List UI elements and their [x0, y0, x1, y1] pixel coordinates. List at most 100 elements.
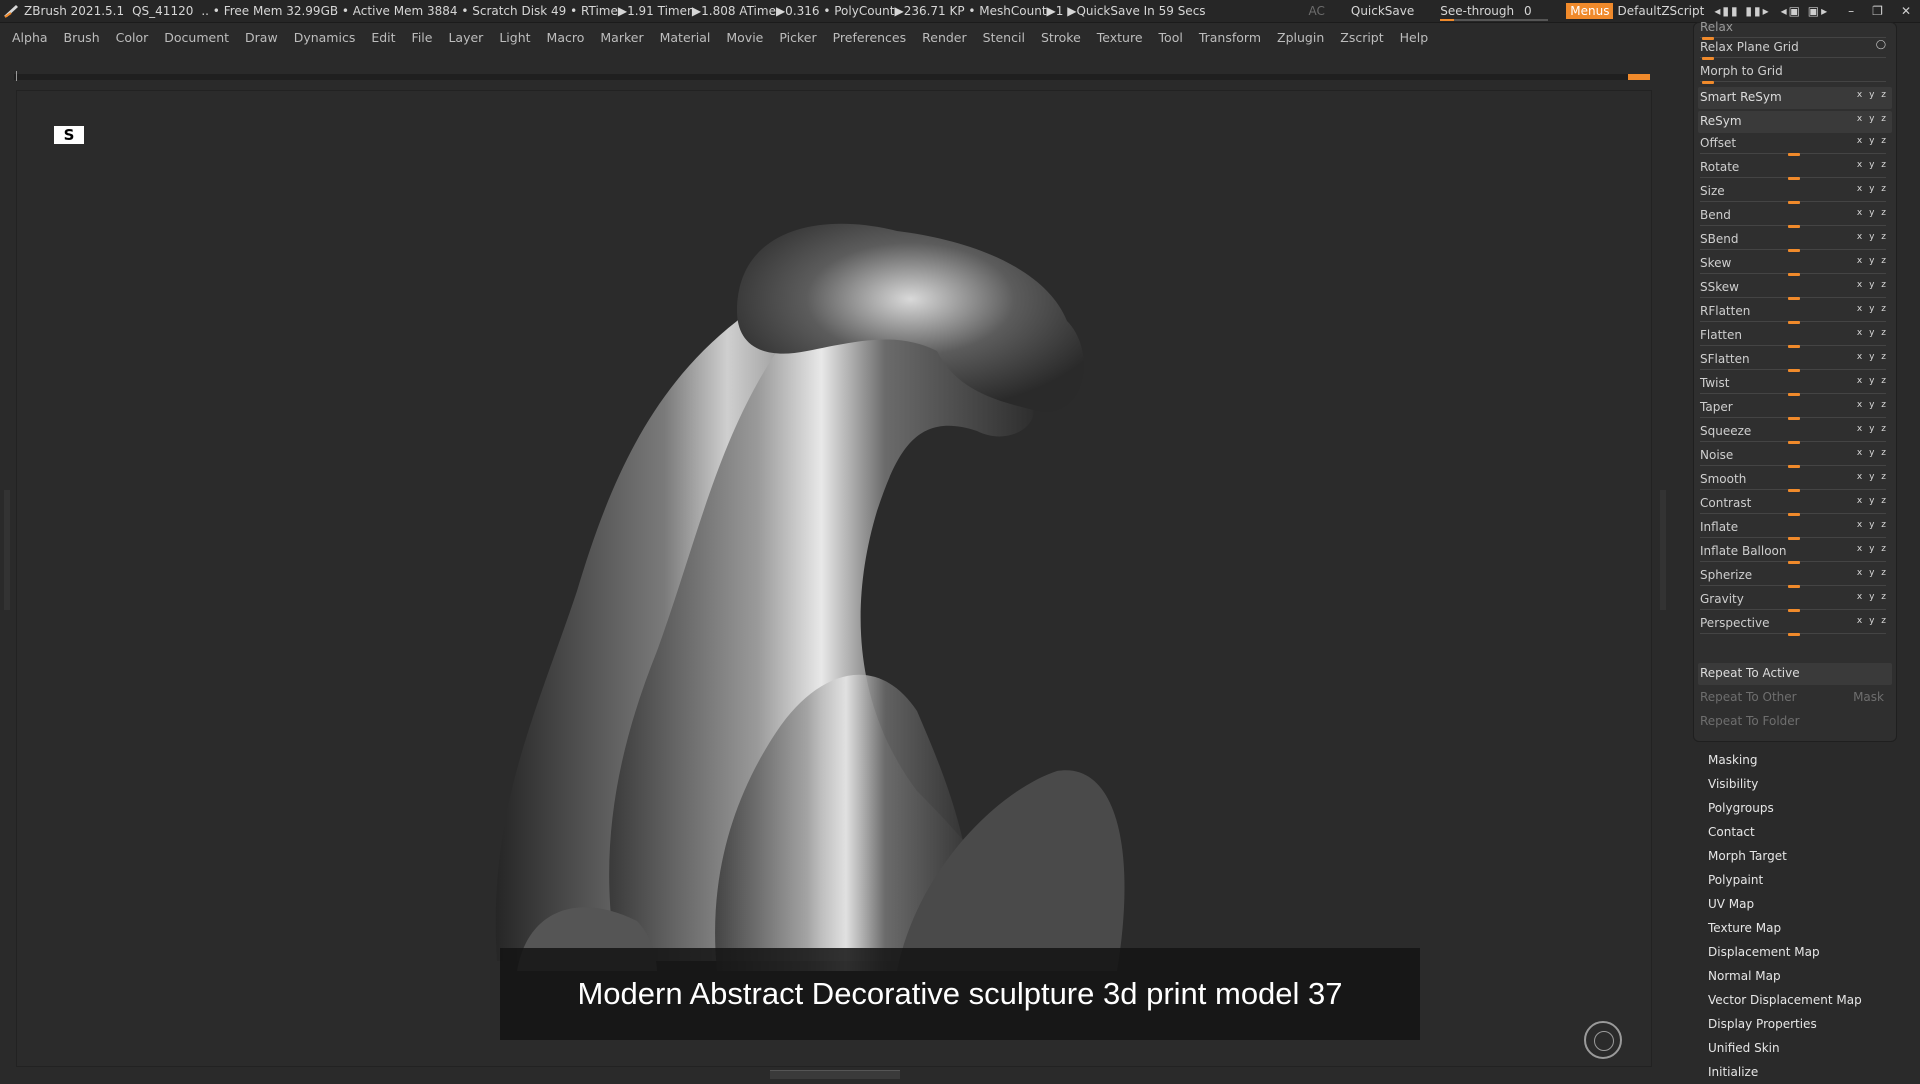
menu-document[interactable]: Document: [164, 30, 229, 45]
minimize-icon[interactable]: –: [1848, 4, 1854, 18]
axis-icon[interactable]: x y z: [1857, 136, 1888, 146]
menu-picker[interactable]: Picker: [779, 30, 816, 45]
menu-light[interactable]: Light: [499, 30, 530, 45]
relax-plane-grid-slider[interactable]: Relax Plane Grid ◯: [1698, 37, 1892, 60]
subpalette-masking[interactable]: Masking: [1708, 748, 1908, 772]
slider-squeeze[interactable]: Squeeze x y z: [1698, 421, 1892, 444]
menu-preferences[interactable]: Preferences: [833, 30, 907, 45]
axis-icon[interactable]: x y z: [1857, 592, 1888, 602]
subpalette-polypaint[interactable]: Polypaint: [1708, 868, 1908, 892]
layout-arrows-icon[interactable]: ◂▮▮ ▮▮▸: [1714, 4, 1770, 18]
resym-button[interactable]: ReSym x y z: [1698, 111, 1892, 133]
menu-file[interactable]: File: [412, 30, 433, 45]
subpalette-texture-map[interactable]: Texture Map: [1708, 916, 1908, 940]
slider-perspective[interactable]: Perspective x y z: [1698, 613, 1892, 636]
slider-bend[interactable]: Bend x y z: [1698, 205, 1892, 228]
slider-skew[interactable]: Skew x y z: [1698, 253, 1892, 276]
menu-dynamics[interactable]: Dynamics: [294, 30, 356, 45]
see-through-slider[interactable]: See-through 0: [1440, 4, 1549, 21]
axis-icon[interactable]: x y z: [1857, 496, 1888, 506]
slider-gravity[interactable]: Gravity x y z: [1698, 589, 1892, 612]
menus-toggle-button[interactable]: Menus: [1566, 3, 1614, 19]
menu-texture[interactable]: Texture: [1097, 30, 1143, 45]
menu-color[interactable]: Color: [116, 30, 149, 45]
subpalette-initialize[interactable]: Initialize: [1708, 1060, 1908, 1084]
menu-stencil[interactable]: Stencil: [983, 30, 1025, 45]
menu-render[interactable]: Render: [922, 30, 967, 45]
axis-icon[interactable]: x y z: [1857, 520, 1888, 530]
smart-resym-button[interactable]: Smart ReSym x y z: [1698, 87, 1892, 109]
axis-icon[interactable]: x y z: [1857, 616, 1888, 626]
axis-icon[interactable]: x y z: [1857, 448, 1888, 458]
slider-flatten[interactable]: Flatten x y z: [1698, 325, 1892, 348]
axis-icon[interactable]: x y z: [1857, 114, 1888, 124]
repeat-to-active-button[interactable]: Repeat To Active: [1698, 663, 1892, 685]
slider-rflatten[interactable]: RFlatten x y z: [1698, 301, 1892, 324]
slider-size[interactable]: Size x y z: [1698, 181, 1892, 204]
mask-toggle[interactable]: Mask: [1853, 690, 1884, 704]
bottom-tray-handle[interactable]: [770, 1070, 900, 1079]
axis-icon[interactable]: x y z: [1857, 184, 1888, 194]
menu-zscript[interactable]: Zscript: [1340, 30, 1383, 45]
subpalette-vector-displacement-map[interactable]: Vector Displacement Map: [1708, 988, 1908, 1012]
orbit-gizmo-icon[interactable]: [1584, 1021, 1622, 1059]
right-tray-handle[interactable]: [1660, 490, 1666, 610]
axis-icon[interactable]: x y z: [1857, 328, 1888, 338]
menu-edit[interactable]: Edit: [371, 30, 395, 45]
slider-spherize[interactable]: Spherize x y z: [1698, 565, 1892, 588]
subpalette-normal-map[interactable]: Normal Map: [1708, 964, 1908, 988]
axis-icon[interactable]: x y z: [1857, 280, 1888, 290]
slider-inflate[interactable]: Inflate x y z: [1698, 517, 1892, 540]
axis-icon[interactable]: x y z: [1857, 352, 1888, 362]
axis-icon[interactable]: x y z: [1857, 232, 1888, 242]
slider-smooth[interactable]: Smooth x y z: [1698, 469, 1892, 492]
subpalette-display-properties[interactable]: Display Properties: [1708, 1012, 1908, 1036]
slider-offset[interactable]: Offset x y z: [1698, 133, 1892, 156]
ac-button[interactable]: AC: [1308, 4, 1324, 18]
repeat-to-other-button[interactable]: Repeat To Other Mask: [1698, 687, 1892, 709]
slider-sflatten[interactable]: SFlatten x y z: [1698, 349, 1892, 372]
subpalette-visibility[interactable]: Visibility: [1708, 772, 1908, 796]
subpalette-contact[interactable]: Contact: [1708, 820, 1908, 844]
left-tray-handle[interactable]: [4, 490, 10, 610]
menu-draw[interactable]: Draw: [245, 30, 278, 45]
menu-help[interactable]: Help: [1400, 30, 1429, 45]
slider-contrast[interactable]: Contrast x y z: [1698, 493, 1892, 516]
document-canvas[interactable]: [16, 90, 1652, 1067]
axis-icon[interactable]: x y z: [1857, 256, 1888, 266]
repeat-to-folder-button[interactable]: Repeat To Folder: [1698, 711, 1892, 733]
axis-icon[interactable]: x y z: [1857, 376, 1888, 386]
menu-brush[interactable]: Brush: [64, 30, 100, 45]
subpalette-unified-skin[interactable]: Unified Skin: [1708, 1036, 1908, 1060]
slider-sskew[interactable]: SSkew x y z: [1698, 277, 1892, 300]
subpalette-polygroups[interactable]: Polygroups: [1708, 796, 1908, 820]
slider-inflate-balloon[interactable]: Inflate Balloon x y z: [1698, 541, 1892, 564]
slider-noise[interactable]: Noise x y z: [1698, 445, 1892, 468]
axis-icon[interactable]: x y z: [1857, 304, 1888, 314]
slider-rotate[interactable]: Rotate x y z: [1698, 157, 1892, 180]
menu-transform[interactable]: Transform: [1199, 30, 1261, 45]
slider-taper[interactable]: Taper x y z: [1698, 397, 1892, 420]
menu-material[interactable]: Material: [660, 30, 711, 45]
menu-movie[interactable]: Movie: [726, 30, 763, 45]
relax-slider[interactable]: Relax: [1698, 17, 1892, 40]
quicksave-button[interactable]: QuickSave: [1351, 4, 1414, 18]
axis-icon[interactable]: x y z: [1857, 544, 1888, 554]
default-zscript-button[interactable]: DefaultZScript: [1617, 4, 1704, 18]
subpalette-uv-map[interactable]: UV Map: [1708, 892, 1908, 916]
axis-icon[interactable]: x y z: [1857, 424, 1888, 434]
menu-layer[interactable]: Layer: [448, 30, 483, 45]
slider-sbend[interactable]: SBend x y z: [1698, 229, 1892, 252]
menu-marker[interactable]: Marker: [600, 30, 643, 45]
restore-icon[interactable]: ❐: [1872, 4, 1883, 18]
axis-icon[interactable]: x y z: [1857, 472, 1888, 482]
menu-macro[interactable]: Macro: [547, 30, 585, 45]
close-icon[interactable]: ✕: [1901, 4, 1911, 18]
window-layout-icon[interactable]: ◂▣ ▣▸: [1781, 4, 1830, 18]
axis-icon[interactable]: x y z: [1857, 90, 1888, 100]
axis-icon[interactable]: x y z: [1857, 160, 1888, 170]
subpalette-displacement-map[interactable]: Displacement Map: [1708, 940, 1908, 964]
zbrush-view-icon[interactable]: S: [54, 126, 84, 144]
menu-tool[interactable]: Tool: [1159, 30, 1183, 45]
slider-twist[interactable]: Twist x y z: [1698, 373, 1892, 396]
